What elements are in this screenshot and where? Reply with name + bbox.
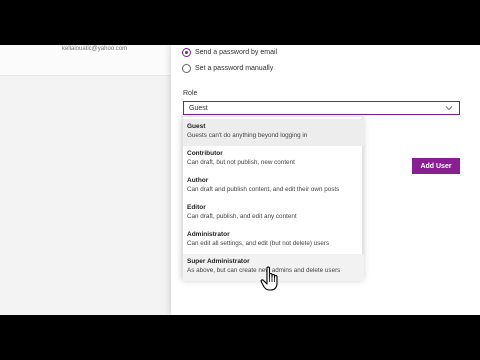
option-description: Can edit all settings, and edit (but not… [187, 240, 330, 247]
role-option-guest[interactable]: Guest Guests can't do anything beyond lo… [183, 119, 364, 146]
option-description: Can draft, publish, and edit any content [187, 213, 297, 220]
option-title: Administrator [187, 231, 230, 238]
letterbox-bottom [0, 315, 480, 360]
option-title: Contributor [187, 150, 223, 157]
radio-send-password[interactable]: Send a password by email [182, 48, 277, 57]
option-description: Can draft and publish content, and edit … [187, 186, 340, 193]
add-user-button[interactable]: Add User [412, 158, 460, 174]
role-label: Role [183, 90, 198, 97]
radio-set-password[interactable]: Set a password manually [182, 64, 273, 73]
option-title: Super Administrator [187, 258, 250, 265]
user-email: kellalouatic@yahoo.com [62, 46, 128, 52]
radio-label: Set a password manually [195, 65, 274, 72]
radio-button[interactable] [182, 64, 191, 73]
user-card: kellalouatic@yahoo.com [0, 45, 171, 76]
role-option-contributor[interactable]: Contributor Can draft, but not publish, … [183, 146, 364, 173]
role-option-author[interactable]: Author Can draft and publish content, an… [183, 173, 364, 200]
role-option-administrator[interactable]: Administrator Can edit all settings, and… [183, 227, 364, 254]
option-description: Guests can't do anything beyond logging … [187, 132, 308, 139]
hand-pointer-icon [260, 266, 278, 291]
option-description: Can draft, but not publish, new content [187, 159, 295, 166]
option-title: Guest [187, 123, 206, 130]
radio-button-checked[interactable] [182, 48, 191, 57]
role-option-editor[interactable]: Editor Can draft, publish, and edit any … [183, 200, 364, 227]
background-page: kellalouatic@yahoo.com [0, 45, 171, 315]
role-select-value: Guest [189, 104, 208, 112]
chevron-down-icon [445, 106, 453, 111]
role-dropdown-list: Guest Guests can't do anything beyond lo… [182, 116, 364, 281]
radio-label: Send a password by email [195, 49, 278, 56]
letterbox-top [0, 0, 480, 45]
option-title: Author [187, 177, 209, 184]
option-title: Editor [187, 204, 206, 211]
role-select[interactable]: Guest [183, 101, 460, 115]
